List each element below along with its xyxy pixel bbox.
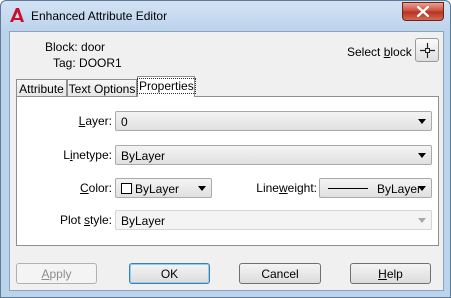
cancel-button[interactable]: Cancel — [239, 263, 321, 284]
help-button[interactable]: Help — [350, 263, 431, 284]
dialog-window: Enhanced Attribute Editor Block: door Ta… — [0, 0, 451, 298]
color-label: Color: — [79, 181, 112, 195]
color-value: ByLayer — [135, 182, 180, 196]
color-swatch — [121, 183, 132, 194]
apply-button[interactable]: Apply — [16, 263, 97, 284]
properties-panel: Layer: 0 Linetype: ByLayer Color: ByLaye… — [16, 96, 439, 246]
crosshair-pick-icon — [420, 43, 435, 58]
linetype-dropdown[interactable]: ByLayer — [115, 145, 432, 165]
dialog-client-area: Block: door Tag: DOOR1 Select block Attr… — [9, 31, 444, 291]
color-dropdown[interactable]: ByLayer — [115, 178, 212, 198]
lineweight-dropdown[interactable]: ByLayer — [319, 178, 432, 198]
tag-info: Tag: DOOR1 — [53, 56, 122, 70]
ok-button[interactable]: OK — [129, 263, 210, 284]
chevron-down-icon — [418, 218, 426, 223]
linetype-value: ByLayer — [121, 149, 166, 163]
chevron-down-icon — [418, 186, 426, 191]
block-info: Block: door — [45, 40, 105, 54]
close-icon — [417, 6, 429, 17]
tab-text-options[interactable]: Text Options — [67, 79, 137, 97]
tag-value: DOOR1 — [79, 56, 122, 70]
select-block-button[interactable] — [415, 38, 439, 62]
block-value: door — [81, 40, 106, 54]
plot-style-label: Plot style: — [59, 213, 112, 227]
select-block-label: Select block — [347, 45, 412, 59]
layer-dropdown[interactable]: 0 — [115, 111, 432, 131]
autocad-logo-icon[interactable] — [8, 6, 26, 24]
chevron-down-icon — [198, 186, 206, 191]
layer-label: Layer: — [78, 114, 112, 128]
lineweight-label: Lineweight: — [256, 181, 317, 195]
tab-attribute[interactable]: Attribute — [16, 79, 67, 97]
lineweight-sample-line — [328, 188, 368, 189]
tag-label: Tag: — [53, 56, 76, 70]
tab-properties[interactable]: Properties — [137, 76, 196, 97]
linetype-label: Linetype: — [63, 148, 112, 162]
lineweight-value: ByLayer — [377, 182, 422, 196]
title-bar[interactable]: Enhanced Attribute Editor — [1, 1, 450, 31]
layer-value: 0 — [121, 115, 128, 129]
window-title: Enhanced Attribute Editor — [31, 9, 168, 23]
plot-style-dropdown[interactable]: ByLayer — [115, 210, 432, 230]
close-button[interactable] — [402, 2, 444, 21]
chevron-down-icon — [418, 153, 426, 158]
chevron-down-icon — [418, 119, 426, 124]
block-label: Block: — [45, 40, 78, 54]
plot-style-value: ByLayer — [121, 214, 166, 228]
